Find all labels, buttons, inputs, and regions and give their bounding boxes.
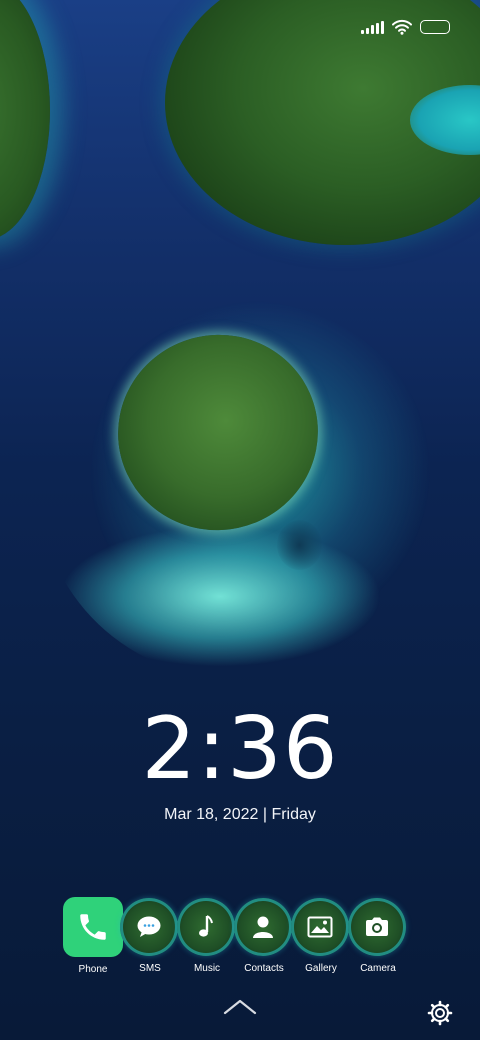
chevron-up-icon[interactable] <box>222 997 258 1022</box>
contacts-icon[interactable] <box>234 898 292 956</box>
battery-icon <box>420 20 450 34</box>
app-gallery[interactable]: Gallery <box>291 898 351 975</box>
app-dock: Phone SMS Music Contacts Gallery Camera <box>63 897 408 975</box>
app-label-gallery: Gallery <box>305 963 337 974</box>
wallpaper <box>0 0 480 1040</box>
lockscreen-time: 2:36 <box>141 699 339 799</box>
music-note-icon[interactable] <box>177 898 235 956</box>
status-bar <box>361 16 450 38</box>
app-label-phone: Phone <box>78 964 108 975</box>
app-contacts[interactable]: Contacts <box>234 898 294 975</box>
app-camera[interactable]: Camera <box>348 898 408 975</box>
app-sms[interactable]: SMS <box>120 898 180 975</box>
gear-icon[interactable] <box>427 1000 453 1031</box>
app-phone[interactable]: Phone <box>63 897 123 975</box>
wallpaper-forest-left <box>0 0 50 240</box>
app-label-camera: Camera <box>360 963 396 974</box>
lockscreen-date: Mar 18, 2022 | Friday <box>164 806 316 823</box>
camera-icon[interactable] <box>348 898 406 956</box>
phone-icon[interactable] <box>63 897 123 957</box>
signal-icon <box>361 20 384 34</box>
wallpaper-shadow <box>277 520 322 570</box>
gallery-icon[interactable] <box>291 898 349 956</box>
app-label-contacts: Contacts <box>244 963 284 974</box>
app-music[interactable]: Music <box>177 898 237 975</box>
app-label-music: Music <box>193 963 221 974</box>
sms-icon[interactable] <box>120 898 178 956</box>
app-label-sms: SMS <box>139 963 161 974</box>
wifi-icon <box>392 19 412 35</box>
